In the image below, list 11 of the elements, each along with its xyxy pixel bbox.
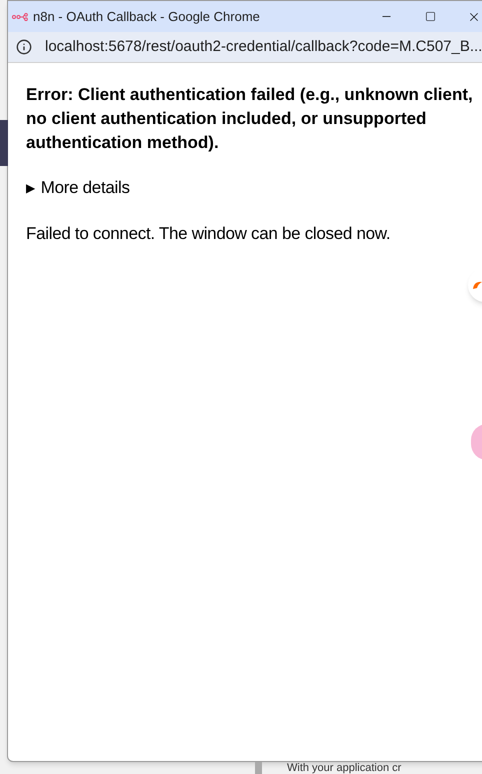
background-sidebar-strip [0, 120, 8, 166]
address-bar[interactable]: localhost:5678/rest/oauth2-credential/callback?code=M.C507_B... [8, 32, 482, 63]
more-details-toggle[interactable]: ▶ More details [26, 175, 130, 200]
background-text: With your application cr [287, 762, 402, 774]
error-message: Error: Client authentication failed (e.g., unknown client, no client authentication included, or unsupported authentication method). [26, 84, 474, 154]
info-icon[interactable] [16, 39, 32, 55]
window-title: n8n - OAuth Callback - Google Chrome [33, 8, 260, 26]
url-text: localhost:5678/rest/oauth2-credential/callback?code=M.C507_B... [45, 36, 482, 57]
status-message: Failed to connect. The window can be closed now. [26, 222, 392, 244]
app-logo-icon [12, 12, 28, 20]
maximize-icon [424, 11, 436, 22]
